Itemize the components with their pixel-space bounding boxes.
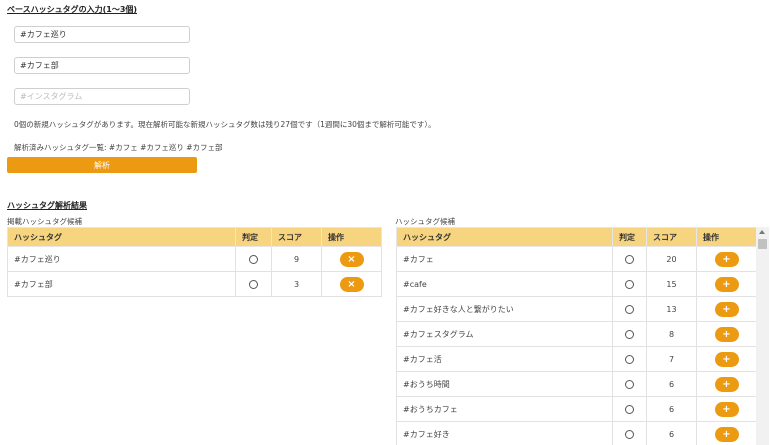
hashtag-cell: #カフェスタグラム: [396, 321, 613, 347]
judgement-cell: [612, 346, 647, 372]
column-header-action: 操作: [321, 227, 382, 247]
score-cell: 20: [646, 246, 697, 272]
action-cell: +: [696, 346, 757, 372]
add-hashtag-button[interactable]: +: [714, 276, 739, 292]
action-cell: +: [696, 321, 757, 347]
score-cell: 6: [646, 421, 697, 445]
posted-hashtag-table: ハッシュタグ 判定 スコア 操作 #カフェ巡り 9 × #カフェ部 3 ×: [7, 227, 382, 297]
action-cell: +: [696, 296, 757, 322]
table-row: #カフェ好き 6 +: [396, 421, 757, 445]
hashtag-cell: #カフェ好きな人と繋がりたい: [396, 296, 613, 322]
hashtag-cell: #カフェ部: [7, 271, 236, 297]
add-hashtag-button[interactable]: +: [714, 401, 739, 417]
hashtag-cell: #おうち時間: [396, 371, 613, 397]
judgement-radio[interactable]: [625, 354, 634, 364]
base-hashtag-input-1[interactable]: [14, 26, 190, 43]
action-cell: ×: [321, 246, 382, 272]
table-row: #カフェ活 7 +: [396, 346, 757, 372]
analyzed-hashtags-text: 解析済みハッシュタグ一覧: #カフェ #カフェ巡り #カフェ部: [14, 143, 223, 152]
add-hashtag-button[interactable]: +: [714, 426, 739, 442]
hashtag-cell: #おうちカフェ: [396, 396, 613, 422]
score-cell: 3: [271, 271, 322, 297]
add-hashtag-button[interactable]: +: [714, 326, 739, 342]
column-header-hashtag: ハッシュタグ: [7, 227, 236, 247]
hashtag-cell: #カフェ: [396, 246, 613, 272]
action-cell: +: [696, 421, 757, 445]
score-cell: 9: [271, 246, 322, 272]
analysis-info-text: 0個の新規ハッシュタグがあります。現在解析可能な新規ハッシュタグ数は残り27個で…: [14, 120, 436, 129]
judgement-cell: [612, 296, 647, 322]
column-header-action: 操作: [696, 227, 757, 247]
hashtag-candidates-label: ハッシュタグ候補: [395, 217, 455, 226]
action-cell: +: [696, 246, 757, 272]
add-hashtag-button[interactable]: +: [714, 351, 739, 367]
hashtag-cell: #カフェ活: [396, 346, 613, 372]
judgement-cell: [612, 246, 647, 272]
table-row: #カフェ部 3 ×: [7, 271, 382, 297]
score-cell: 13: [646, 296, 697, 322]
judgement-cell: [612, 371, 647, 397]
score-cell: 6: [646, 371, 697, 397]
table-row: #cafe 15 +: [396, 271, 757, 297]
add-hashtag-button[interactable]: +: [714, 376, 739, 392]
table-row: #カフェ 20 +: [396, 246, 757, 272]
judgement-cell: [612, 321, 647, 347]
column-header-score: スコア: [646, 227, 697, 247]
remove-hashtag-button[interactable]: ×: [339, 251, 364, 267]
judgement-radio[interactable]: [249, 254, 258, 264]
base-hashtag-input-2[interactable]: [14, 57, 190, 74]
score-cell: 15: [646, 271, 697, 297]
judgement-radio[interactable]: [625, 404, 634, 414]
judgement-radio[interactable]: [625, 279, 634, 289]
column-header-hashtag: ハッシュタグ: [396, 227, 613, 247]
table-row: #おうち時間 6 +: [396, 371, 757, 397]
input-section-title: ベースハッシュタグの入力(1〜3個): [7, 5, 138, 14]
hashtag-cell: #カフェ巡り: [7, 246, 236, 272]
action-cell: +: [696, 271, 757, 297]
score-cell: 7: [646, 346, 697, 372]
column-header-judgement: 判定: [612, 227, 647, 247]
scroll-up-icon[interactable]: [759, 230, 765, 234]
judgement-cell: [612, 396, 647, 422]
table-row: #カフェスタグラム 8 +: [396, 321, 757, 347]
judgement-radio[interactable]: [625, 254, 634, 264]
results-section-title: ハッシュタグ解析結果: [7, 201, 87, 210]
action-cell: +: [696, 371, 757, 397]
judgement-cell: [612, 421, 647, 445]
analyze-button[interactable]: 解析: [7, 157, 197, 173]
judgement-radio[interactable]: [249, 279, 258, 289]
action-cell: ×: [321, 271, 382, 297]
remove-hashtag-button[interactable]: ×: [339, 276, 364, 292]
posted-candidates-label: 掲載ハッシュタグ候補: [7, 217, 82, 226]
column-header-score: スコア: [271, 227, 322, 247]
score-cell: 8: [646, 321, 697, 347]
judgement-cell: [235, 246, 272, 272]
judgement-radio[interactable]: [625, 379, 634, 389]
score-cell: 6: [646, 396, 697, 422]
judgement-radio[interactable]: [625, 329, 634, 339]
table-row: #カフェ好きな人と繋がりたい 13 +: [396, 296, 757, 322]
table-row: #カフェ巡り 9 ×: [7, 246, 382, 272]
add-hashtag-button[interactable]: +: [714, 301, 739, 317]
add-hashtag-button[interactable]: +: [714, 251, 739, 267]
judgement-radio[interactable]: [625, 429, 634, 439]
table-row: #おうちカフェ 6 +: [396, 396, 757, 422]
judgement-cell: [612, 271, 647, 297]
column-header-judgement: 判定: [235, 227, 272, 247]
hashtag-candidate-table: ハッシュタグ 判定 スコア 操作 #カフェ 20 + #cafe 15 + #カフェ好きな人…: [396, 227, 757, 445]
judgement-cell: [235, 271, 272, 297]
action-cell: +: [696, 396, 757, 422]
candidate-scrollbar[interactable]: [756, 227, 769, 445]
judgement-radio[interactable]: [625, 304, 634, 314]
base-hashtag-input-3[interactable]: [14, 88, 190, 105]
hashtag-cell: #cafe: [396, 271, 613, 297]
hashtag-cell: #カフェ好き: [396, 421, 613, 445]
scroll-thumb[interactable]: [758, 239, 767, 249]
